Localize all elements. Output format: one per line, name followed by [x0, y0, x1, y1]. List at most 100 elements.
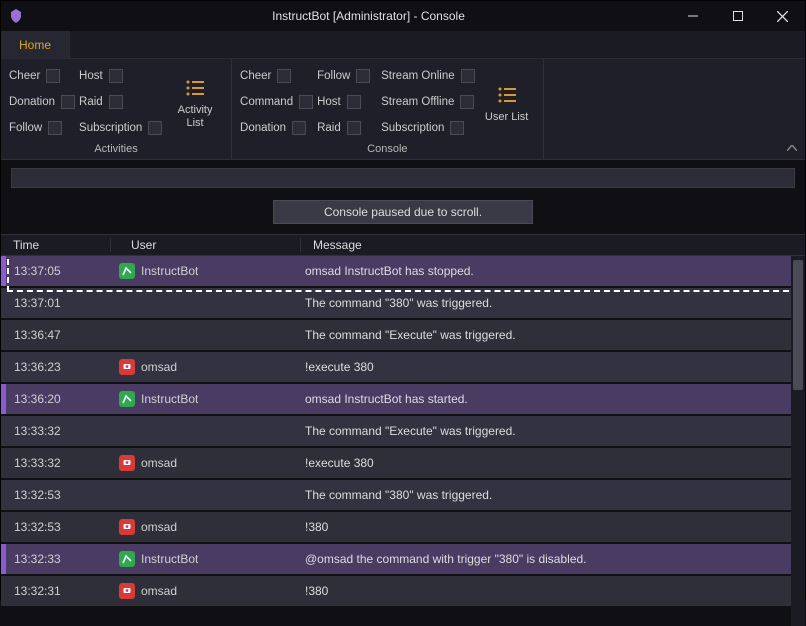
cell-time: 13:32:33 — [6, 552, 111, 566]
username: InstructBot — [141, 392, 198, 406]
table-body: 13:37:05InstructBotomsad InstructBot has… — [1, 256, 805, 626]
ribbon-group-activities: Cheer Donation Follow Host Rai — [1, 59, 232, 159]
user-list-button[interactable]: User List — [479, 65, 535, 139]
username: omsad — [141, 584, 177, 598]
activities-follow[interactable]: Follow — [9, 117, 75, 139]
tab-label: Home — [19, 38, 51, 52]
console-stream-offline[interactable]: Stream Offline — [381, 91, 475, 113]
table-row[interactable]: 13:36:23omsad!execute 380 — [1, 352, 805, 382]
table-row[interactable]: 13:33:32 The command "Execute" was trigge… — [1, 416, 805, 446]
tab-home[interactable]: Home — [1, 31, 70, 58]
cell-message: omsad InstructBot has started. — [301, 392, 805, 406]
activities-donation[interactable]: Donation — [9, 91, 75, 113]
table-row[interactable]: 13:33:32omsad!execute 380 — [1, 448, 805, 478]
checkbox[interactable] — [299, 95, 313, 109]
ribbon-label: Command — [240, 96, 293, 108]
table-row[interactable]: 13:32:33InstructBot@omsad the command wi… — [1, 544, 805, 574]
user-list-label: User List — [485, 111, 528, 124]
username: omsad — [141, 360, 177, 374]
cell-time: 13:33:32 — [6, 424, 111, 438]
activities-host[interactable]: Host — [79, 65, 163, 87]
activities-raid[interactable]: Raid — [79, 91, 163, 113]
activities-cheer[interactable]: Cheer — [9, 65, 75, 87]
scroll-thumb[interactable] — [793, 260, 803, 390]
ribbon-label: Cheer — [9, 70, 40, 82]
checkbox[interactable] — [347, 95, 361, 109]
col-time[interactable]: Time — [1, 238, 111, 252]
minimize-button[interactable] — [670, 1, 715, 31]
console-raid[interactable]: Raid — [317, 117, 377, 139]
checkbox[interactable] — [48, 121, 62, 135]
ribbon-label: Cheer — [240, 70, 271, 82]
col-user[interactable]: User — [111, 238, 301, 252]
table-row[interactable]: 13:37:05InstructBotomsad InstructBot has… — [1, 256, 805, 286]
cell-message: @omsad the command with trigger "380" is… — [301, 552, 805, 566]
checkbox[interactable] — [109, 95, 123, 109]
table-row[interactable]: 13:37:01The command "380" was triggered. — [1, 288, 805, 318]
console-follow[interactable]: Follow — [317, 65, 377, 87]
checkbox[interactable] — [292, 121, 306, 135]
cell-message: !380 — [301, 584, 805, 598]
ribbon-group-console: Cheer Command Donation Follow — [232, 59, 544, 159]
checkbox[interactable] — [450, 121, 464, 135]
cell-user: InstructBot — [111, 391, 301, 407]
col-message[interactable]: Message — [301, 238, 805, 252]
ribbon-label: Follow — [317, 70, 350, 82]
cell-message: The command "Execute" was triggered. — [301, 328, 805, 342]
ribbon-label: Raid — [79, 96, 103, 108]
app-icon — [7, 7, 25, 25]
ribbon-label: Subscription — [381, 122, 444, 134]
group-name: Activities — [9, 139, 223, 155]
activities-subscription[interactable]: Subscription — [79, 117, 163, 139]
scroll-pause-banner[interactable]: Console paused due to scroll. — [273, 200, 533, 224]
cell-message: The command "Execute" was triggered. — [301, 424, 805, 438]
title-bar: InstructBot [Administrator] - Console — [1, 1, 805, 31]
cell-user: omsad — [111, 359, 301, 375]
cell-user: omsad — [111, 583, 301, 599]
checkbox[interactable] — [277, 69, 291, 83]
console-cheer[interactable]: Cheer — [240, 65, 313, 87]
vertical-scrollbar[interactable] — [791, 256, 805, 626]
console-host[interactable]: Host — [317, 91, 377, 113]
console-donation[interactable]: Donation — [240, 117, 313, 139]
console-command[interactable]: Command — [240, 91, 313, 113]
checkbox[interactable] — [148, 121, 162, 135]
window-title: InstructBot [Administrator] - Console — [67, 9, 670, 23]
cell-time: 13:32:53 — [6, 520, 111, 534]
username: omsad — [141, 520, 177, 534]
activity-list-label: Activity List — [178, 104, 213, 130]
activity-list-button[interactable]: Activity List — [167, 65, 223, 139]
table-row[interactable]: 13:36:20 InstructBot omsad InstructBot has… — [1, 384, 805, 414]
maximize-button[interactable] — [715, 1, 760, 31]
checkbox[interactable] — [347, 121, 361, 135]
table-row[interactable]: 13:32:31omsad!380 — [1, 576, 805, 606]
checkbox[interactable] — [61, 95, 75, 109]
tab-strip: Home — [1, 31, 805, 59]
bot-badge-icon — [119, 263, 135, 279]
checkbox[interactable] — [461, 69, 475, 83]
cell-message: !380 — [301, 520, 805, 534]
filter-bar[interactable] — [11, 168, 795, 188]
console-stream-online[interactable]: Stream Online — [381, 65, 475, 87]
console-subscription[interactable]: Subscription — [381, 117, 475, 139]
ribbon-label: Subscription — [79, 122, 142, 134]
cell-message: !execute 380 — [301, 456, 805, 470]
checkbox[interactable] — [109, 69, 123, 83]
table-row[interactable]: 13:32:53The command "380" was triggered. — [1, 480, 805, 510]
user-badge-icon — [119, 583, 135, 599]
ribbon-label: Stream Online — [381, 70, 455, 82]
table-row[interactable]: 13:32:53 omsad !380 — [1, 512, 805, 542]
cell-message: The command "380" was triggered. — [301, 296, 805, 310]
close-button[interactable] — [760, 1, 805, 31]
cell-time: 13:36:47 — [6, 328, 111, 342]
checkbox[interactable] — [356, 69, 370, 83]
cell-time: 13:36:23 — [6, 360, 111, 374]
bot-badge-icon — [119, 551, 135, 567]
user-badge-icon — [119, 519, 135, 535]
table-row[interactable]: 13:36:47 The command "Execute" was trigge… — [1, 320, 805, 350]
ribbon-collapse-button[interactable] — [785, 141, 799, 155]
cell-time: 13:36:20 — [6, 392, 111, 406]
checkbox[interactable] — [460, 95, 474, 109]
checkbox[interactable] — [46, 69, 60, 83]
cell-user: InstructBot — [111, 551, 301, 567]
